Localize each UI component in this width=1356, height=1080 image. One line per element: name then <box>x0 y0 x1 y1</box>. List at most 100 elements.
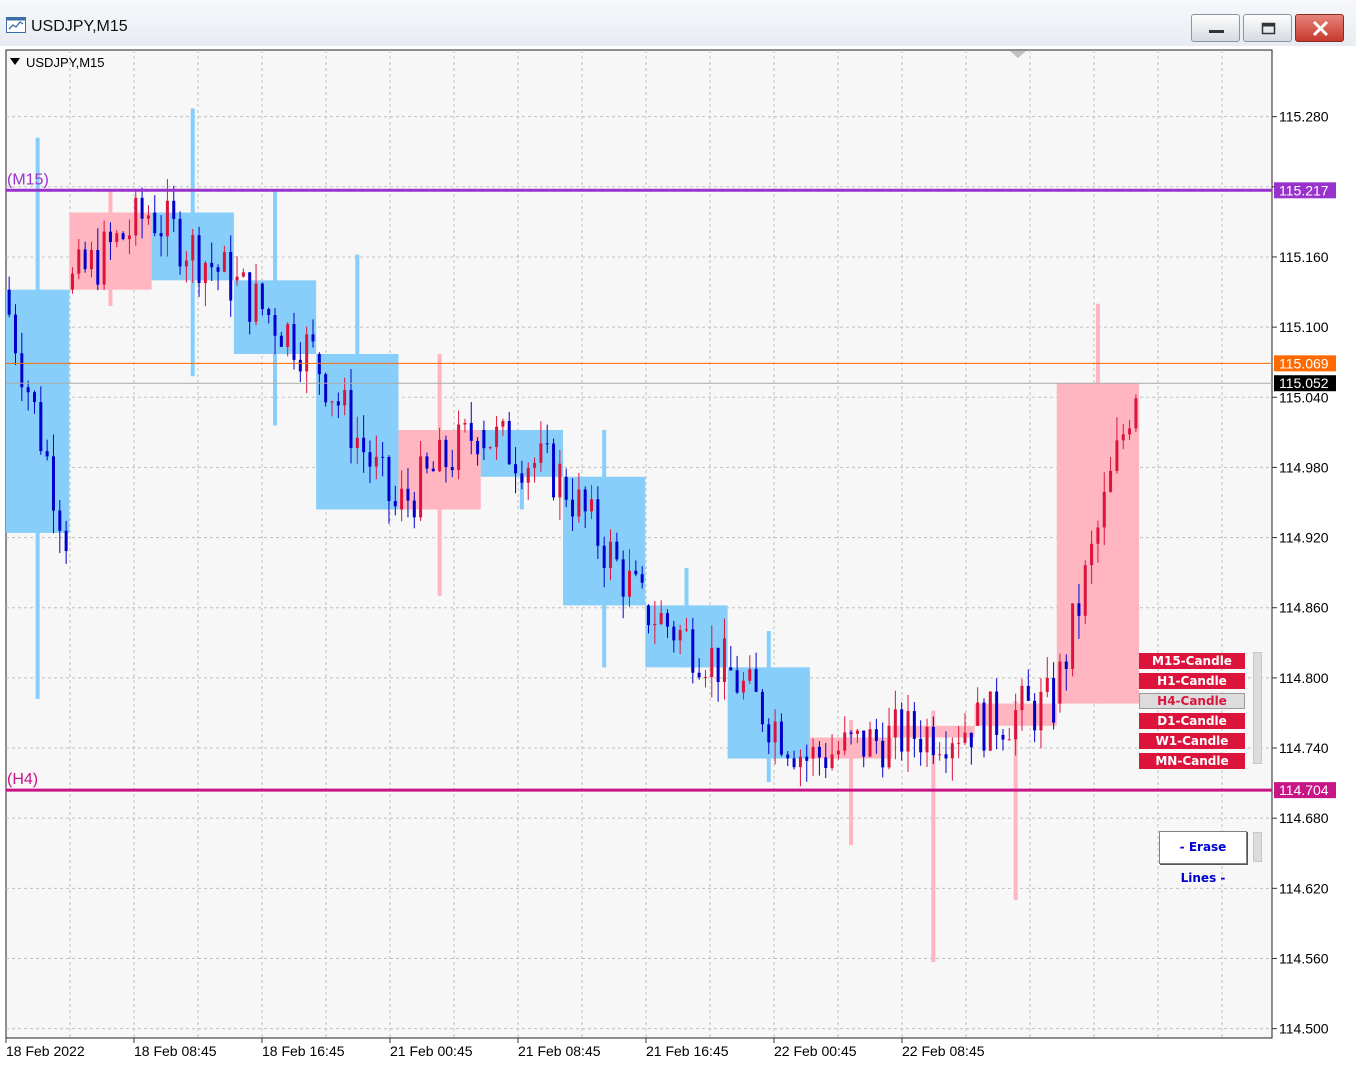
price-axis-label: 114.620 <box>1279 880 1329 896</box>
mn-candle-button[interactable]: MN-Candle <box>1139 753 1245 769</box>
candle-body <box>716 647 720 683</box>
candle-body <box>1014 710 1018 740</box>
candle-body <box>672 626 676 641</box>
m15-price-tag-text: 115.217 <box>1279 182 1329 198</box>
candle-body <box>431 468 435 472</box>
w1-candle-button[interactable]: W1-Candle <box>1139 733 1245 749</box>
candle-body <box>514 464 518 474</box>
candle-body <box>45 451 49 457</box>
candle-body <box>330 401 334 403</box>
candle-body <box>1001 734 1005 740</box>
candle-body <box>526 467 530 483</box>
candle-body <box>1134 398 1138 429</box>
candle-body <box>1109 470 1113 492</box>
m15-candle-button[interactable]: M15-Candle <box>1139 653 1245 669</box>
time-axis-label: 18 Feb 2022 <box>6 1043 85 1059</box>
close-button[interactable] <box>1295 14 1344 42</box>
candle-body <box>710 647 714 678</box>
candle-body <box>621 559 625 597</box>
candle-body <box>722 638 726 683</box>
candle-body <box>463 422 467 425</box>
candle-body <box>1007 739 1011 741</box>
d1-candle-button[interactable]: D1-Candle <box>1139 713 1245 729</box>
candle-body <box>115 233 119 243</box>
candle-body <box>855 730 859 734</box>
candle-body <box>596 499 600 546</box>
candle-body <box>1020 685 1024 711</box>
erase-lines-button[interactable]: - Erase Lines - <box>1159 831 1247 885</box>
candle-body <box>1033 700 1037 731</box>
candle-body <box>811 746 815 759</box>
candle-body <box>754 669 758 692</box>
candle-body <box>58 510 62 531</box>
h1-candle-button[interactable]: H1-Candle <box>1139 673 1245 689</box>
candle-body <box>279 335 283 347</box>
candle-body <box>697 672 701 678</box>
price-axis-label: 114.560 <box>1279 950 1329 966</box>
candle-body <box>488 447 492 449</box>
candle-body <box>450 467 454 471</box>
candle-body <box>140 197 144 219</box>
candle-body <box>615 541 619 560</box>
close-icon <box>1312 20 1329 37</box>
candle-body <box>944 754 948 759</box>
candle-body <box>602 545 606 569</box>
chart-symbol-label[interactable]: USDJPY,M15 <box>10 55 105 70</box>
maximize-button[interactable] <box>1243 14 1292 42</box>
candle-body <box>362 437 366 453</box>
candle-body <box>159 233 163 237</box>
h4-line-label: (H4) <box>7 771 38 788</box>
candle-body <box>684 629 688 631</box>
h4-candle-button[interactable]: H4-Candle <box>1139 693 1245 709</box>
candle-body <box>628 570 632 597</box>
candle-body <box>659 613 663 624</box>
candle-body <box>533 462 537 468</box>
candle-body <box>13 314 17 354</box>
candle-body <box>495 426 499 448</box>
candle-body <box>995 691 999 735</box>
candle-body <box>1090 543 1094 566</box>
candle-body <box>520 473 524 483</box>
candle-body <box>336 401 340 406</box>
candle-body <box>469 422 473 441</box>
candle-body <box>165 200 169 237</box>
candle-body <box>590 499 594 512</box>
candle-body <box>381 456 385 458</box>
candle-body <box>254 283 258 322</box>
m15-line-label: (M15) <box>7 171 49 188</box>
candle-body <box>178 218 182 267</box>
candle-body <box>571 499 575 517</box>
candle-body <box>311 334 315 342</box>
candle-body <box>26 387 30 393</box>
candle-body <box>982 702 986 751</box>
candle-body <box>393 501 397 507</box>
candle-body <box>203 262 207 284</box>
candle-body <box>900 709 904 752</box>
candle-body <box>843 732 847 751</box>
candle-body <box>691 629 695 673</box>
minimize-button[interactable] <box>1191 14 1240 42</box>
candle-body <box>1045 677 1049 692</box>
candle-body <box>1071 603 1075 669</box>
candle-body <box>20 353 24 388</box>
candle-body <box>248 272 252 322</box>
restore-icon <box>1261 22 1276 35</box>
price-chart[interactable]: 115.280 115.160 115.100 115.040 114.980 114.9… <box>0 46 1356 1080</box>
candle-body <box>153 212 157 234</box>
candle-body <box>767 724 771 743</box>
candle-body <box>912 711 916 739</box>
button-panel-scrollbar[interactable] <box>1253 652 1262 764</box>
candle-body <box>969 732 973 748</box>
candle-body <box>425 456 429 469</box>
minimize-icon <box>1209 30 1224 33</box>
candle-body <box>805 756 809 761</box>
time-axis-label: 18 Feb 08:45 <box>134 1043 217 1059</box>
h4-price-tag-text: 114.704 <box>1279 782 1329 798</box>
candle-body <box>988 691 992 751</box>
candle-body <box>830 754 834 768</box>
time-axis-label: 21 Feb 16:45 <box>646 1043 729 1059</box>
candle-body <box>305 334 309 372</box>
erase-panel-scrollbar[interactable] <box>1253 832 1262 862</box>
candle-body <box>836 750 840 755</box>
candle-body <box>583 489 587 512</box>
